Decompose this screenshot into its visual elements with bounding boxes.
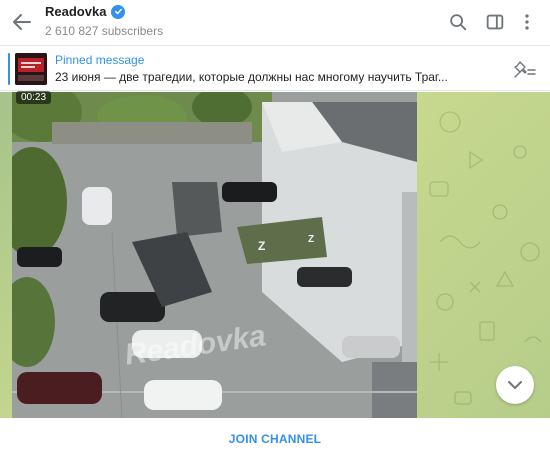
more-vertical-icon[interactable]: [516, 11, 538, 33]
video-frame: Z Z Readovka: [12, 92, 417, 418]
subscriber-count: 2 610 827 subscribers: [45, 24, 164, 38]
pinned-thumbnail: [15, 53, 47, 85]
channel-footer: JOIN CHANNEL: [0, 418, 550, 460]
channel-header: Readovka 2 610 827 subscribers: [0, 0, 550, 46]
search-icon[interactable]: [447, 11, 469, 33]
scroll-down-button[interactable]: [496, 366, 534, 404]
svg-text:Z: Z: [308, 234, 314, 245]
chevron-down-icon: [508, 381, 522, 389]
video-duration: 00:23: [16, 91, 52, 104]
pinned-title: Pinned message: [55, 53, 145, 67]
verified-icon: [111, 4, 126, 19]
channel-title-row[interactable]: Readovka: [45, 4, 126, 19]
pinned-text: 23 июня — две трагедии, которые должны н…: [55, 70, 448, 84]
svg-text:Z: Z: [258, 239, 265, 253]
pinned-indicator: [8, 53, 10, 85]
join-channel-button[interactable]: JOIN CHANNEL: [215, 424, 335, 454]
video-message[interactable]: Z Z Readovka: [12, 92, 417, 418]
sidebar-toggle-icon[interactable]: [484, 11, 506, 33]
pinned-message-bar[interactable]: Pinned message 23 июня — две трагедии, к…: [0, 47, 550, 91]
back-arrow-icon[interactable]: [10, 10, 34, 34]
pinned-list-icon[interactable]: [513, 59, 537, 79]
channel-title: Readovka: [45, 4, 107, 19]
